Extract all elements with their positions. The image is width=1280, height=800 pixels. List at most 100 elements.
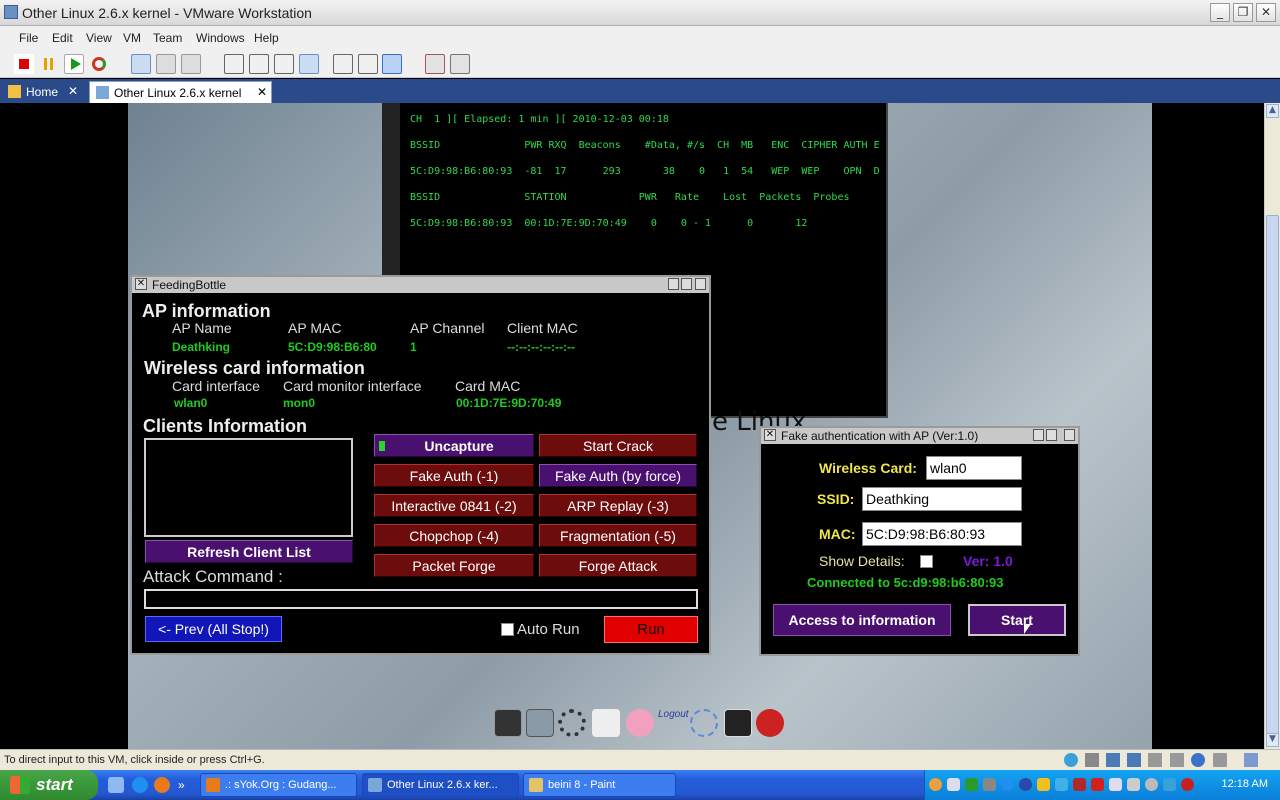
show-desktop-icon[interactable] <box>108 777 124 793</box>
start-crack-button[interactable]: Start Crack <box>539 434 697 457</box>
console-view-icon[interactable] <box>333 54 353 74</box>
menu-view[interactable]: View <box>86 31 112 45</box>
power-on-icon[interactable] <box>64 54 84 74</box>
fit-window-icon[interactable] <box>382 54 402 74</box>
messages-icon[interactable] <box>1244 753 1258 767</box>
uncapture-button[interactable]: Uncapture <box>374 434 534 457</box>
usb-status-icon[interactable] <box>1170 753 1184 767</box>
tray-app-icon[interactable] <box>965 778 978 791</box>
tray-app-icon[interactable] <box>1127 778 1140 791</box>
summary-view-icon[interactable] <box>358 54 378 74</box>
volume-icon[interactable] <box>1145 778 1158 791</box>
packet-forge-button[interactable]: Packet Forge <box>374 554 534 577</box>
shade-button[interactable] <box>1033 429 1044 441</box>
device-status-icon[interactable] <box>1106 753 1120 767</box>
preferences-icon[interactable] <box>450 54 470 74</box>
scroll-up-icon[interactable]: ▲ <box>1266 104 1279 118</box>
maximize-button[interactable] <box>1046 429 1057 441</box>
chopchop-button[interactable]: Chopchop (-4) <box>374 524 534 547</box>
prev-all-stop-button[interactable]: <- Prev (All Stop!) <box>145 616 282 642</box>
revert-snapshot-icon[interactable] <box>156 54 176 74</box>
tray-app-icon[interactable] <box>1073 778 1086 791</box>
feedingbottle-icon[interactable] <box>592 709 620 737</box>
tab-home-close-icon[interactable]: ✕ <box>68 84 78 98</box>
tab-linux-vm-close-icon[interactable]: ✕ <box>257 85 267 99</box>
interactive-0841-button[interactable]: Interactive 0841 (-2) <box>374 494 534 517</box>
suspend-icon[interactable] <box>39 54 59 74</box>
tray-app-icon[interactable] <box>1109 778 1122 791</box>
usb-status-icon[interactable] <box>1148 753 1162 767</box>
quick-launch-expand-icon[interactable]: » <box>178 778 185 792</box>
run-button[interactable]: Run <box>604 616 698 643</box>
power-off-icon[interactable] <box>19 59 29 69</box>
attack-command-input[interactable] <box>144 589 698 609</box>
close-icon[interactable]: ✕ <box>135 278 147 290</box>
refresh-client-list-button[interactable]: Refresh Client List <box>145 540 353 563</box>
menu-vm[interactable]: VM <box>123 31 141 45</box>
vm-display[interactable]: CH 1 ][ Elapsed: 1 min ][ 2010-12-03 00:… <box>0 103 1264 749</box>
forge-attack-button[interactable]: Forge Attack <box>539 554 697 577</box>
menu-windows[interactable]: Windows <box>196 31 245 45</box>
window-icon[interactable] <box>724 709 752 737</box>
menu-team[interactable]: Team <box>153 31 182 45</box>
taskbar-item-vmware[interactable]: Other Linux 2.6.x ker... <box>362 773 519 797</box>
reset-icon[interactable] <box>89 54 109 74</box>
pacifier-icon[interactable] <box>626 709 654 737</box>
start-button[interactable]: start <box>0 770 98 800</box>
tray-app-icon[interactable] <box>983 778 996 791</box>
screenshot-icon[interactable] <box>756 709 784 737</box>
tab-home[interactable]: Home ✕ <box>2 81 86 103</box>
sidebar-toggle-icon[interactable] <box>224 54 244 74</box>
fake-auth-force-button[interactable]: Fake Auth (by force) <box>539 464 697 487</box>
tray-app-icon[interactable] <box>1055 778 1068 791</box>
fragmentation-button[interactable]: Fragmentation (-5) <box>539 524 697 547</box>
network-icon[interactable] <box>690 709 718 737</box>
record-icon[interactable] <box>425 54 445 74</box>
arp-replay-button[interactable]: ARP Replay (-3) <box>539 494 697 517</box>
close-window-button[interactable]: ✕ <box>1256 3 1276 22</box>
minimize-button[interactable] <box>695 278 706 290</box>
tray-expand-icon[interactable] <box>929 778 942 791</box>
wireless-card-input[interactable]: wlan0 <box>926 456 1022 480</box>
usb-status-icon[interactable] <box>1213 753 1227 767</box>
minimize-button[interactable]: _ <box>1210 3 1230 22</box>
menu-file[interactable]: File <box>19 31 38 45</box>
tray-app-icon[interactable] <box>947 778 960 791</box>
show-details-checkbox[interactable] <box>920 555 933 568</box>
terminal-icon[interactable] <box>494 709 522 737</box>
vertical-scrollbar[interactable]: ▲ ▼ <box>1264 103 1280 749</box>
mac-input[interactable]: 5C:D9:98:B6:80:93 <box>862 522 1022 546</box>
bluetooth-icon[interactable] <box>1019 778 1032 791</box>
tray-app-icon[interactable] <box>1037 778 1050 791</box>
shade-button[interactable] <box>668 278 679 290</box>
scroll-down-icon[interactable]: ▼ <box>1266 733 1279 747</box>
tab-linux-vm[interactable]: Other Linux 2.6.x kernel ✕ <box>89 81 272 103</box>
auto-run-checkbox[interactable] <box>501 623 514 636</box>
tools-icon[interactable] <box>526 709 554 737</box>
access-to-information-button[interactable]: Access to information <box>773 604 951 636</box>
snapshot-icon[interactable] <box>131 54 151 74</box>
maximize-button[interactable]: ❐ <box>1233 3 1253 22</box>
clients-list[interactable] <box>144 438 353 537</box>
unity-icon[interactable] <box>299 54 319 74</box>
minimize-button[interactable] <box>1064 429 1075 441</box>
firefox-icon[interactable] <box>154 777 170 793</box>
ssid-input[interactable]: Deathking <box>862 487 1022 511</box>
security-icon[interactable] <box>1181 778 1194 791</box>
internet-explorer-icon[interactable] <box>132 777 148 793</box>
taskbar-item-paint[interactable]: beini 8 - Paint <box>523 773 676 797</box>
menu-edit[interactable]: Edit <box>52 31 73 45</box>
maximize-button[interactable] <box>681 278 692 290</box>
menu-help[interactable]: Help <box>254 31 279 45</box>
fake-auth-button[interactable]: Fake Auth (-1) <box>374 464 534 487</box>
tray-app-icon[interactable] <box>1001 778 1014 791</box>
gear-icon[interactable] <box>558 709 586 737</box>
logout-icon[interactable]: Logout <box>658 709 689 737</box>
network-icon[interactable] <box>1163 778 1176 791</box>
tray-app-icon[interactable] <box>1091 778 1104 791</box>
device-status-icon[interactable] <box>1127 753 1141 767</box>
bluetooth-status-icon[interactable] <box>1191 753 1205 767</box>
network-status-icon[interactable] <box>1064 753 1078 767</box>
scroll-thumb[interactable] <box>1266 215 1279 737</box>
snapshot-manager-icon[interactable] <box>181 54 201 74</box>
